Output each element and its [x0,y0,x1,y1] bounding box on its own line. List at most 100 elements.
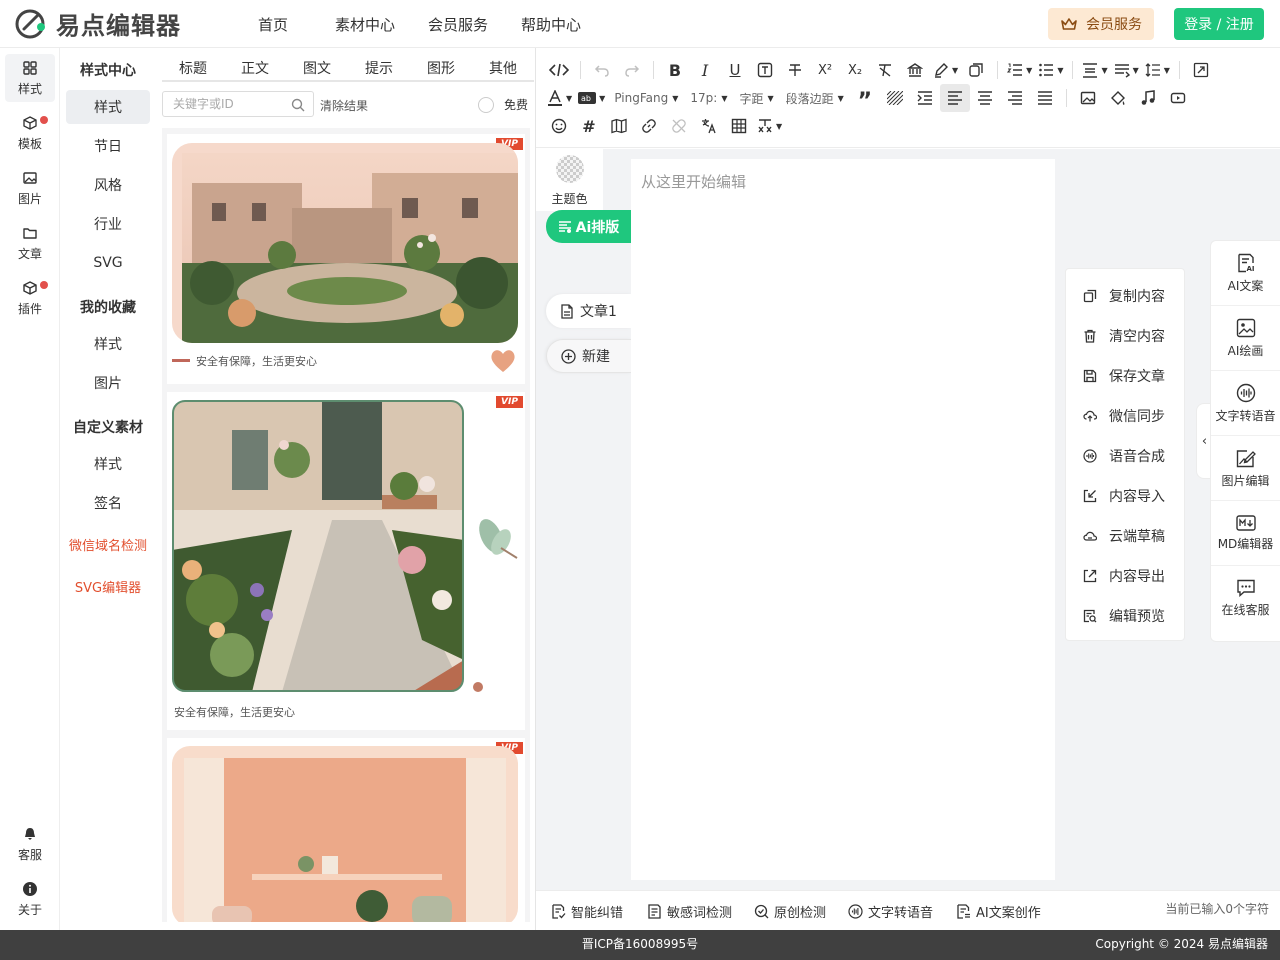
search-input[interactable]: 关键字或ID [162,91,314,117]
ai-layout-button[interactable]: Ai排版 [546,210,631,243]
emoji-button[interactable] [544,112,574,140]
superscript-button[interactable]: X² [810,56,840,84]
nav-home[interactable]: 首页 [256,14,290,35]
originality-check-button[interactable]: 原创检测 [754,891,826,931]
cat-item-fav-image[interactable]: 图片 [66,366,150,400]
link-wechat-domain-check[interactable]: 微信域名检测 [60,527,156,561]
unlink-button[interactable] [664,112,694,140]
icp-record-link[interactable]: 晋ICP备16008995号 [0,930,1280,958]
tab-image-text[interactable]: 图文 [286,58,348,82]
horizontal-rule-button[interactable] [880,84,910,112]
rail-item-image[interactable]: 图片 [5,164,55,212]
rail-item-plugin[interactable]: 插件 [5,274,55,322]
more-tools-button[interactable]: ▼ [754,112,785,140]
strikethrough-button[interactable] [780,56,810,84]
rail-item-style[interactable]: 样式 [5,54,55,102]
new-document-button[interactable]: 新建 [546,339,631,373]
justify-button[interactable] [1030,84,1060,112]
redo-button[interactable] [617,56,647,84]
sensitive-word-check-button[interactable]: 敏感词检测 [647,891,732,931]
tool-ai-painting[interactable]: AI绘画 [1211,306,1280,371]
tool-markdown-editor[interactable]: MD编辑器 [1211,501,1280,566]
login-register-button[interactable]: 登录 / 注册 [1174,8,1264,40]
material-card[interactable]: VIP [167,738,525,922]
document-tab[interactable]: 文章1 [546,294,631,328]
material-card[interactable]: VIP [167,134,525,384]
menu-copy-content[interactable]: 复制内容 [1066,276,1184,316]
menu-speech-synthesis[interactable]: 语音合成 [1066,436,1184,476]
rail-item-template[interactable]: 模板 [5,109,55,157]
rail-item-article[interactable]: 文章 [5,219,55,267]
unordered-list-button[interactable]: ▼ [1035,56,1066,84]
tool-image-edit[interactable]: 图片编辑 [1211,436,1280,501]
menu-content-export[interactable]: 内容导出 [1066,556,1184,596]
letter-spacing-select[interactable]: 字距 ▼ [733,84,779,112]
tab-title[interactable]: 标题 [162,58,224,82]
cat-item-custom-style[interactable]: 样式 [66,447,150,481]
font-size-select[interactable]: 17p: ▼ [684,84,733,112]
tab-other[interactable]: 其他 [472,58,534,82]
smart-proofread-button[interactable]: 智能纠错 [551,891,623,931]
cat-item-industry[interactable]: 行业 [66,207,150,241]
rail-item-service[interactable]: 客服 [5,820,55,868]
insert-audio-button[interactable] [1133,84,1163,112]
tab-body[interactable]: 正文 [224,58,286,82]
ordered-list-button[interactable]: ▼ [1004,56,1035,84]
cat-item-svg[interactable]: SVG [66,246,150,280]
font-color-button[interactable]: ▼ [544,84,575,112]
indent-button[interactable]: ▼ [1111,56,1142,84]
theme-color-button[interactable]: 主题色 [536,149,603,211]
text-border-button[interactable] [750,56,780,84]
menu-wechat-sync[interactable]: 微信同步 [1066,396,1184,436]
nav-materials[interactable]: 素材中心 [333,14,397,35]
italic-button[interactable]: I [690,56,720,84]
align-center-button[interactable] [970,84,1000,112]
clear-format-button[interactable] [870,56,900,84]
align-left-button[interactable] [939,84,970,112]
tool-ai-copywriting[interactable]: AI AI文案 [1211,241,1280,306]
link-svg-editor[interactable]: SVG编辑器 [60,569,156,603]
tool-text-to-speech[interactable]: 文字转语音 [1211,371,1280,436]
tool-online-service[interactable]: 在线客服 [1211,566,1280,631]
fill-color-button[interactable] [1103,84,1133,112]
cat-item-festival[interactable]: 节日 [66,129,150,163]
align-right-button[interactable] [1000,84,1030,112]
paragraph-spacing-button[interactable]: ▼ [1079,56,1110,84]
tab-shape[interactable]: 图形 [410,58,472,82]
menu-content-import[interactable]: 内容导入 [1066,476,1184,516]
rail-item-about[interactable]: 关于 [5,875,55,923]
line-height-button[interactable]: ▼ [1142,56,1173,84]
underline-button[interactable]: U [720,56,750,84]
ai-copywriting-button[interactable]: AI文案创作 [956,891,1041,931]
menu-edit-preview[interactable]: 编辑预览 [1066,596,1184,636]
background-color-button[interactable]: ab ▼ [575,84,608,112]
text-to-speech-button[interactable]: 文字转语音 [848,891,933,931]
cat-item-fav-style[interactable]: 样式 [66,327,150,361]
blockquote-button[interactable]: ” [850,84,880,113]
cat-item-signature[interactable]: 签名 [66,486,150,520]
paragraph-margin-select[interactable]: 段落边距 ▼ [780,84,850,112]
free-filter-toggle[interactable]: 免费 [478,96,528,113]
menu-save-article[interactable]: 保存文章 [1066,356,1184,396]
undo-button[interactable] [587,56,617,84]
indent-text-button[interactable] [910,84,940,112]
insert-map-button[interactable] [604,112,634,140]
format-brush-button[interactable] [900,56,930,84]
cat-item-theme[interactable]: 风格 [66,168,150,202]
vip-button[interactable]: 会员服务 [1048,8,1154,40]
logo[interactable]: 易点编辑器 [14,6,181,41]
fullscreen-button[interactable] [1186,56,1216,84]
tab-tip[interactable]: 提示 [348,58,410,82]
insert-table-button[interactable] [724,112,754,140]
nav-help[interactable]: 帮助中心 [519,14,583,35]
source-code-button[interactable] [544,56,574,84]
nav-membership[interactable]: 会员服务 [426,14,490,35]
bold-button[interactable]: B [660,56,690,84]
highlight-button[interactable]: ▼ [930,56,961,84]
font-family-select[interactable]: PingFang ▼ [608,84,684,112]
material-card[interactable]: VIP [167,392,525,730]
hashtag-button[interactable]: # [574,112,604,140]
insert-link-button[interactable] [634,112,664,140]
subscript-button[interactable]: X₂ [840,56,870,84]
cat-item-style[interactable]: 样式 [66,90,150,124]
